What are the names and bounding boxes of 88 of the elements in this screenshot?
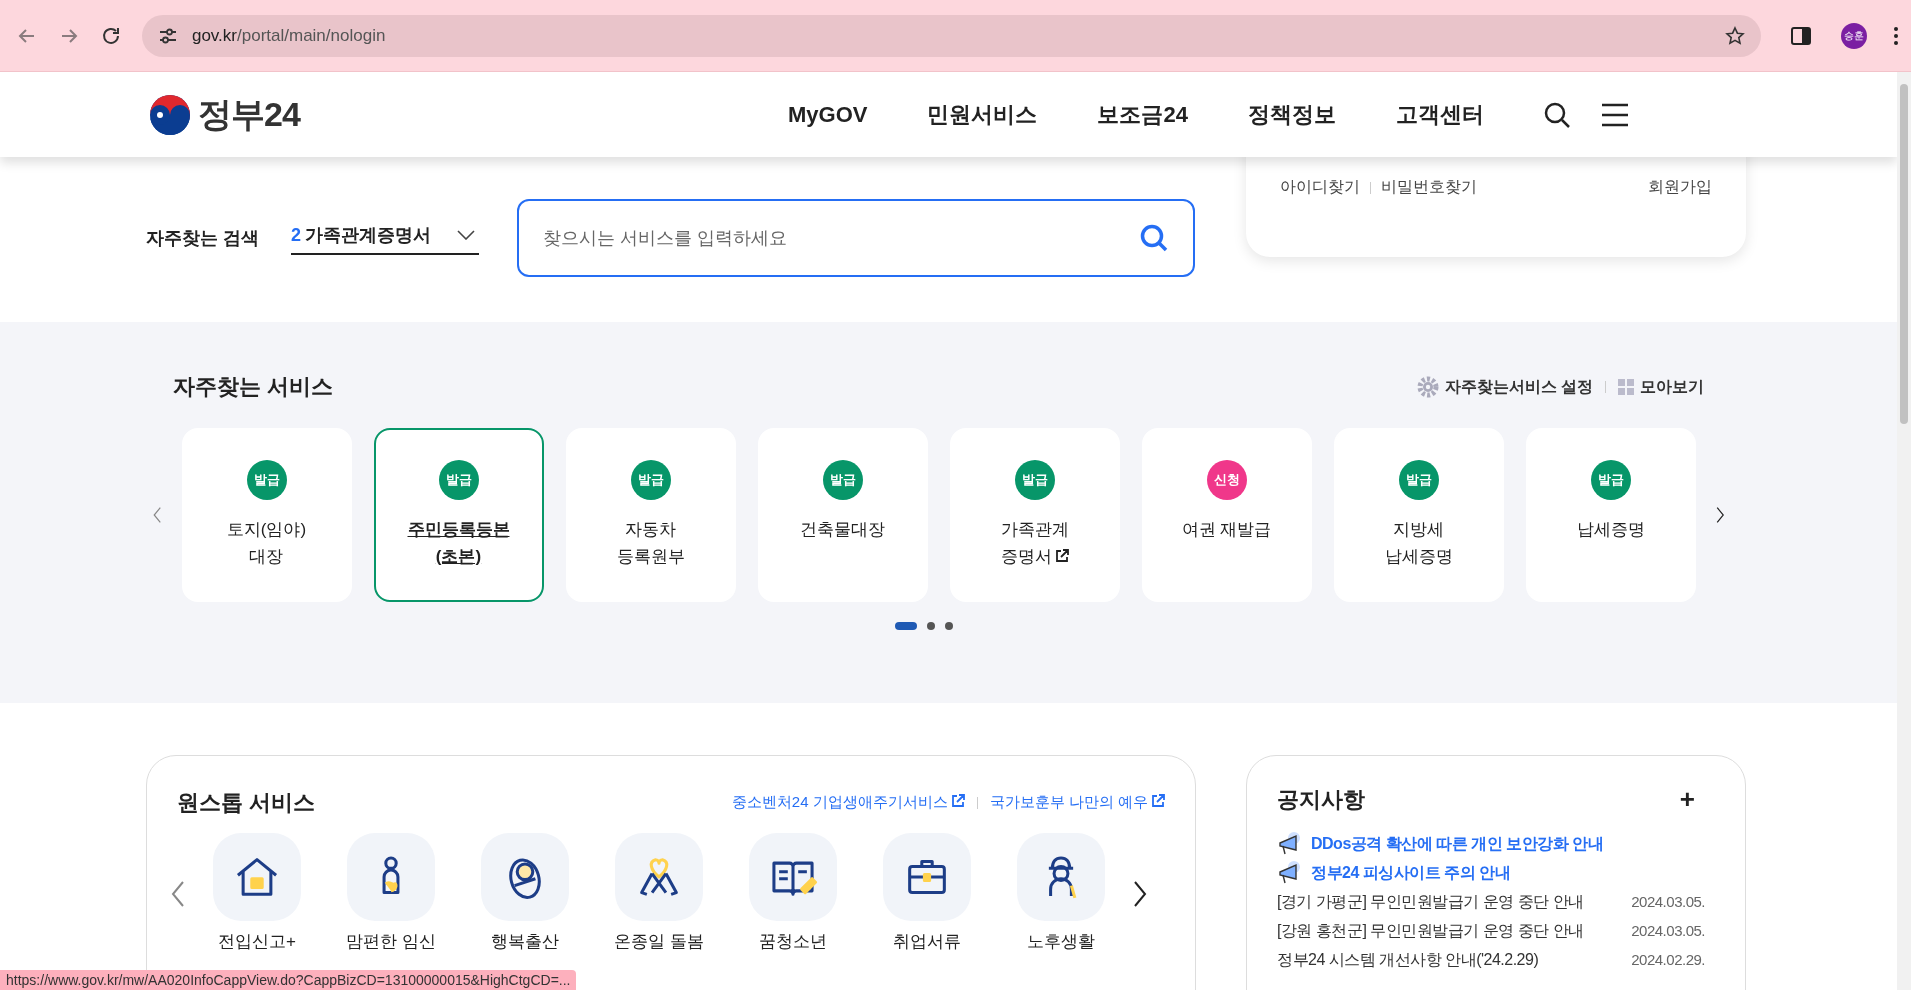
service-badge: 발급 xyxy=(1590,460,1631,500)
signup-link[interactable]: 회원가입 xyxy=(1648,175,1712,199)
side-panel-icon[interactable] xyxy=(1791,26,1811,45)
service-label: 취업서류 xyxy=(893,931,961,953)
service-card[interactable]: 발급 건축물대장 xyxy=(757,428,928,602)
nav-link[interactable]: MyGOV xyxy=(788,98,868,131)
external-link-icon xyxy=(950,794,965,809)
notice-link[interactable]: 정부24 시스템 개선사항 안내('24.2.29) xyxy=(1277,948,1539,972)
status-url: https://www.gov.kr/mw/AA020InfoCappView.do?CappBizCD=13100000015&HighCtgCD=... xyxy=(0,970,577,990)
service-label: 전입신고+ xyxy=(218,931,296,953)
nav-link[interactable]: 정책정보 xyxy=(1247,98,1336,131)
service-label: 노후생활 xyxy=(1027,931,1095,953)
service-name: 여권 재발급 xyxy=(1181,519,1272,541)
view-all-link[interactable]: 모아보기 xyxy=(1640,374,1704,399)
address-bar[interactable]: gov.kr/portal/main/nologin xyxy=(141,14,1761,57)
account-link[interactable]: 아이디찾기 xyxy=(1280,175,1360,199)
url-text: gov.kr/portal/main/nologin xyxy=(191,24,387,47)
frequent-search-select[interactable]: 2 가족관계증명서 xyxy=(291,217,479,255)
service-name: 자동차 등록원부 xyxy=(616,519,685,568)
featured-notice-link[interactable]: 정부24 피싱사이트 주의 안내 xyxy=(1311,861,1511,885)
search-field[interactable]: 찾으시는 서비스를 입력하세요 xyxy=(543,224,1139,252)
service-name: 지방세 납세증명 xyxy=(1384,519,1453,568)
service-card[interactable]: 신청 여권 재발급 xyxy=(1141,428,1312,602)
service-card[interactable]: 발급 지방세 납세증명 xyxy=(1333,428,1504,602)
service-icon-tile[interactable] xyxy=(1017,833,1105,921)
nav-link[interactable]: 고객센터 xyxy=(1395,98,1484,131)
logo-text[interactable]: 정부24 xyxy=(198,89,300,140)
site-info-icon[interactable] xyxy=(157,26,178,45)
external-link-icon xyxy=(1151,794,1165,809)
service-badge: 발급 xyxy=(438,460,479,500)
service-icon-tile[interactable] xyxy=(481,833,569,921)
service-name: 건축물대장 xyxy=(800,519,885,541)
service-label: 온종일 돌봄 xyxy=(614,931,704,953)
service-card[interactable]: 발급 토지(임야) 대장 xyxy=(181,428,352,602)
scrollbar[interactable] xyxy=(1897,72,1911,990)
menu-icon[interactable] xyxy=(1601,102,1629,127)
featured-notice-link[interactable]: DDos공격 확산에 따른 개인 보안강화 안내 xyxy=(1311,832,1603,856)
nav-link[interactable]: 보조금24 xyxy=(1097,98,1188,131)
service-badge: 발급 xyxy=(822,460,863,500)
service-badge: 발급 xyxy=(630,460,671,500)
chevron-left-icon[interactable] xyxy=(171,879,185,908)
section-title: 원스톱 서비스 xyxy=(177,789,316,817)
service-card[interactable]: 발급 주민등록등본 (초본) xyxy=(373,428,544,602)
chevron-down-icon xyxy=(457,230,475,240)
service-badge: 발급 xyxy=(246,460,287,500)
section-title: 자주찾는 서비스 xyxy=(173,373,334,401)
notice-date: 2024.03.05. xyxy=(1631,920,1705,941)
service-icon-tile[interactable] xyxy=(615,833,703,921)
service-label: 맘편한 임신 xyxy=(346,931,436,953)
service-card[interactable]: 발급 가족관계 증명서 xyxy=(949,428,1120,602)
service-name: 주민등록등본 (초본) xyxy=(407,519,510,568)
notice-link[interactable]: [강원 홍천군] 무인민원발급기 운영 중단 안내 xyxy=(1277,919,1584,943)
notice-date: 2024.02.29. xyxy=(1631,949,1705,970)
service-card[interactable]: 발급 납세증명 xyxy=(1525,428,1696,602)
more-button[interactable]: + xyxy=(1679,780,1695,819)
service-icon-tile[interactable] xyxy=(883,833,971,921)
service-name: 가족관계 증명서 xyxy=(1000,519,1069,568)
service-label: 꿈청소년 xyxy=(759,931,827,953)
service-icon-tile[interactable] xyxy=(749,833,837,921)
notice-link[interactable]: [경기 가평군] 무인민원발급기 운영 중단 안내 xyxy=(1277,890,1584,914)
service-name: 토지(임야) 대장 xyxy=(226,519,307,568)
service-card[interactable]: 발급 자동차 등록원부 xyxy=(565,428,736,602)
service-icon-tile[interactable] xyxy=(213,833,301,921)
search-bar[interactable]: 찾으시는 서비스를 입력하세요 xyxy=(517,199,1195,277)
nav-link[interactable]: 민원서비스 xyxy=(927,98,1038,131)
more-menu-icon[interactable] xyxy=(1893,25,1899,46)
megaphone-icon xyxy=(1277,831,1303,857)
section-title: 공지사항 xyxy=(1277,786,1365,814)
external-service-link[interactable]: 국가보훈부 나만의 예우 xyxy=(989,791,1165,814)
notice-date: 2024.03.05. xyxy=(1631,891,1705,912)
service-name: 납세증명 xyxy=(1576,519,1645,541)
bookmark-star-icon[interactable] xyxy=(1725,25,1745,46)
service-badge: 발급 xyxy=(1398,460,1439,500)
chevron-right-icon[interactable] xyxy=(1133,879,1147,908)
service-label: 행복출산 xyxy=(491,931,559,953)
search-label: 자주찾는 검색 xyxy=(146,227,260,250)
grid-icon xyxy=(1618,378,1634,395)
account-link[interactable]: 비밀번호찾기 xyxy=(1381,175,1477,199)
settings-link[interactable]: 자주찾는서비스 설정 xyxy=(1444,374,1593,399)
logo-icon[interactable] xyxy=(148,92,192,137)
external-service-link[interactable]: 중소벤처24 기업생애주기서비스 xyxy=(731,791,965,814)
service-icon-tile[interactable] xyxy=(347,833,435,921)
service-badge: 신청 xyxy=(1206,460,1247,500)
search-icon[interactable] xyxy=(1543,100,1571,129)
megaphone-icon xyxy=(1277,860,1303,886)
settings-icon xyxy=(1416,375,1439,398)
service-badge: 발급 xyxy=(1014,460,1055,500)
profile-avatar[interactable]: 승훈 xyxy=(1841,22,1867,49)
